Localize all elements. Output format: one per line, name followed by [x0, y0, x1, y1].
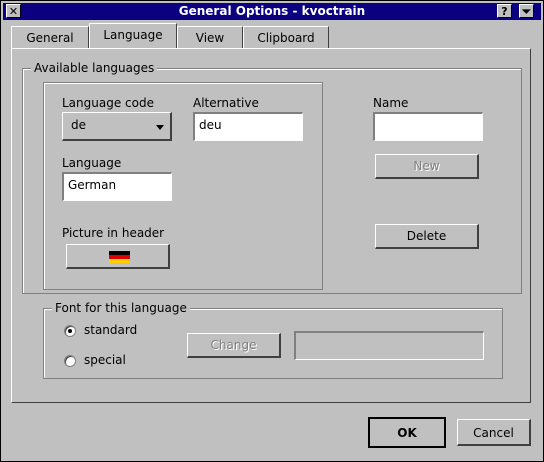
picture-button[interactable] [66, 244, 170, 269]
language-value: German [68, 178, 117, 192]
special-label[interactable]: special [84, 353, 126, 367]
language-details-group: Language code de Alternative deu Languag… [43, 82, 323, 290]
standard-label[interactable]: standard [84, 323, 137, 337]
tab-clipboard[interactable]: Clipboard [243, 26, 329, 48]
language-code-value: de [71, 118, 86, 132]
tab-language-label: Language [103, 28, 163, 42]
tab-language[interactable]: Language [89, 23, 177, 48]
help-icon[interactable]: ? [497, 4, 512, 18]
language-code-select[interactable]: de [62, 112, 172, 141]
special-radio[interactable] [64, 355, 76, 367]
language-code-label: Language code [62, 96, 154, 110]
tab-general[interactable]: General [11, 26, 89, 48]
font-group: Font for this language standard special … [43, 301, 503, 379]
delete-button-label: Delete [406, 229, 447, 243]
available-languages-label: Available languages [31, 61, 158, 75]
name-label: Name [373, 96, 409, 110]
alternative-input[interactable]: deu [193, 112, 303, 141]
ok-button[interactable]: OK [368, 417, 446, 448]
standard-radio[interactable] [64, 325, 76, 337]
delete-button[interactable]: Delete [375, 224, 479, 249]
language-label: Language [62, 156, 122, 170]
chevron-down-icon [156, 125, 164, 130]
name-input[interactable] [373, 112, 483, 141]
alternative-label: Alternative [193, 96, 259, 110]
font-preview-field [294, 331, 484, 360]
alternative-value: deu [199, 118, 222, 132]
change-font-button-label: Change [210, 338, 257, 352]
cancel-button-label: Cancel [473, 426, 514, 440]
ok-button-label: OK [397, 426, 417, 440]
change-font-button[interactable]: Change [187, 333, 281, 358]
title-bar[interactable]: ✕ General Options - kvoctrain ? ⏷ [3, 3, 541, 20]
german-flag-icon [109, 251, 130, 263]
picture-in-header-label: Picture in header [62, 226, 165, 240]
window-title: General Options - kvoctrain [178, 4, 366, 18]
tab-clipboard-label: Clipboard [257, 31, 315, 45]
tab-general-label: General [26, 31, 74, 45]
font-group-label: Font for this language [52, 301, 190, 315]
new-button-label: New [413, 159, 440, 173]
language-tab-panel: Available languages Language code de Alt… [11, 48, 531, 403]
available-languages-group: Available languages Language code de Alt… [22, 61, 522, 294]
language-input[interactable]: German [62, 172, 172, 201]
new-button[interactable]: New [375, 154, 479, 179]
menu-icon[interactable]: ⏷ [519, 4, 534, 18]
cancel-button[interactable]: Cancel [457, 419, 531, 446]
dialog-window: ✕ General Options - kvoctrain ? ⏷ Genera… [0, 0, 544, 462]
tab-view-label: View [195, 31, 225, 45]
tab-view[interactable]: View [177, 26, 243, 48]
